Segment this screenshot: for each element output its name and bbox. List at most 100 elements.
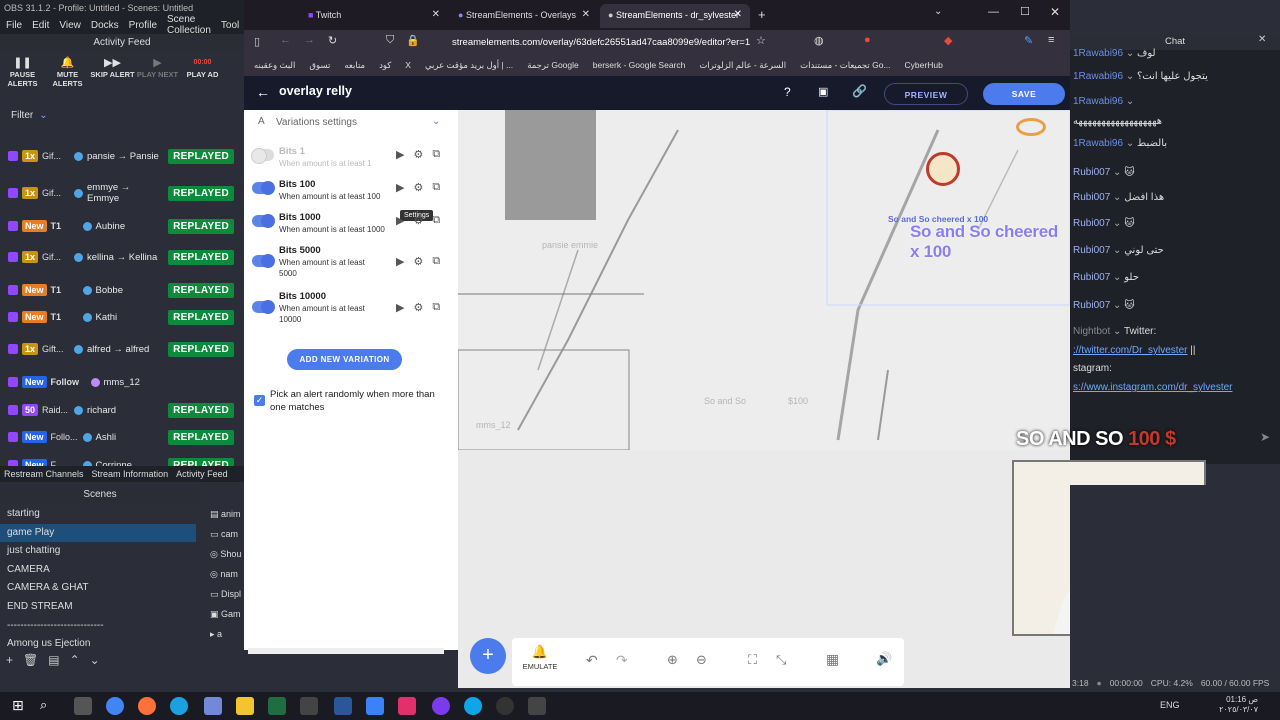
bookmark-item[interactable]: CyberHub [905,60,943,70]
sidebar-icon[interactable]: ▯ [254,35,260,48]
replayed-badge[interactable]: REPLAYED [168,402,234,418]
replayed-badge[interactable]: REPLAYED [168,282,234,298]
gear-icon[interactable]: ⚙ [413,301,423,314]
replayed-badge[interactable]: REPLAYED [168,341,234,357]
add-widget-button[interactable]: + [470,638,506,674]
app-icon[interactable] [464,697,482,715]
zoom-out-icon[interactable]: ⊖ [696,652,707,668]
list-item[interactable]: New T1 Kathi REPLAYED [0,303,244,331]
bookmark-item[interactable]: متابعه [344,60,365,71]
grid-icon[interactable]: ▦ [826,651,839,668]
chevron-down-icon[interactable]: ⌄ [90,653,100,667]
chevron-down-icon[interactable]: ⌄ [432,116,440,127]
menu-profile[interactable]: Profile [129,20,157,31]
list-item[interactable]: 1x Gif... emmye → Emmye REPLAYED [0,179,244,207]
copy-icon[interactable]: ⧉ [432,255,440,268]
gear-icon[interactable]: ⚙ [413,214,423,227]
scene-item[interactable]: game Play [0,523,196,543]
list-item[interactable]: 1x Gif... kellina → Kellina REPLAYED [0,243,244,271]
chevron-up-icon[interactable]: ⌃ [70,653,80,667]
scene-item[interactable]: CAMERA & GHAT [0,579,196,598]
fullscreen-icon[interactable]: ⛶ [748,652,757,668]
bookmark-item[interactable]: ترجمة Google [527,60,579,71]
search-icon[interactable]: ⌕ [40,697,47,713]
zoom-in-icon[interactable]: ⊕ [667,652,678,668]
replayed-badge[interactable]: REPLAYED [168,309,234,325]
play-icon[interactable]: ▶ [396,301,404,314]
star-icon[interactable]: ☆ [756,34,766,47]
play-icon[interactable]: ▶ [396,148,404,161]
play-next-button[interactable]: ▶ PLAY NEXT [135,52,180,100]
tab-restream-channels[interactable]: Restream Channels [4,469,84,479]
pause-alerts-button[interactable]: ❚❚ PAUSE ALERTS [0,52,45,100]
screen-icon[interactable]: ▣ [818,85,828,98]
replayed-badge[interactable]: REPLAYED [168,185,234,201]
maximize-icon[interactable]: ☐ [1020,5,1030,18]
app-icon[interactable] [300,697,318,715]
obs-studio-icon[interactable] [496,697,514,715]
save-button[interactable]: SAVE [983,83,1065,105]
undo-icon[interactable]: ↶ [586,652,598,669]
tab-twitch[interactable]: ■ Twitch ✕ [300,4,448,28]
copy-icon[interactable]: ⧉ [432,148,440,161]
mute-alerts-button[interactable]: 🔔 MUTE ALERTS [45,52,90,100]
overlay-title[interactable]: overlay relly [279,84,352,98]
menu-scene-collection[interactable]: Scene Collection [167,14,211,36]
menu-view[interactable]: View [59,20,81,31]
link-icon[interactable]: 🔗 [852,84,867,98]
menu-docks[interactable]: Docks [91,20,119,31]
back-arrow-icon[interactable]: ← [256,84,270,100]
list-item[interactable]: New Follow mms_12 [0,368,244,396]
volume-icon[interactable]: 🔊 [876,651,892,667]
copy-icon[interactable]: ⧉ [432,301,440,314]
source-item[interactable]: ▤ anim [204,505,244,525]
edge-icon[interactable] [170,697,188,715]
language-indicator[interactable]: ENG [1160,700,1180,710]
bookmark-item[interactable]: البث وعقبنه [254,60,295,71]
add-variation-button[interactable]: ADD NEW VARIATION [287,349,402,370]
close-icon[interactable]: ✕ [734,9,742,20]
emulate-button[interactable]: 🔔 EMULATE [522,644,558,671]
source-item[interactable]: ▣ Gam [204,605,244,625]
list-item[interactable]: New T1 Bobbe REPLAYED [0,276,244,304]
overlay-canvas[interactable]: pansie emmie So and So $100 mms_12 So an… [458,110,1070,450]
extension-icon[interactable]: ✎ [1024,34,1033,47]
variation-toggle[interactable] [252,214,275,228]
chrome-icon[interactable] [106,697,124,715]
tab-stream-information[interactable]: Stream Information [92,469,169,479]
menu-file[interactable]: File [6,20,22,31]
source-item[interactable]: ▸ a [204,625,244,645]
tab-editor[interactable]: ● StreamElements - dr_sylvester ✕ [600,4,750,28]
extension-icon[interactable]: ● [864,34,871,46]
help-icon[interactable]: ? [784,85,791,99]
chat-link[interactable]: s://www.instagram.com/dr_sylvester [1073,382,1233,393]
obs-icon[interactable] [432,697,450,715]
variation-toggle[interactable] [252,181,275,195]
source-item[interactable]: ◎ Shou [204,545,244,565]
tab-overlays[interactable]: ● StreamElements - Overlays ✕ [450,4,598,28]
scene-item[interactable]: just chatting [0,542,196,561]
scene-item[interactable]: CAMERA [0,561,196,580]
bookmark-item[interactable]: السرعة - عالم الزلوترات [699,60,786,71]
list-item[interactable]: New Follo... Ashli REPLAYED [0,423,244,451]
random-alert-checkbox[interactable]: ✓ [254,395,265,406]
play-icon[interactable]: ▶ [396,214,404,227]
bookmark-item[interactable]: كود [379,60,391,71]
replayed-badge[interactable]: REPLAYED [168,249,234,265]
variation-toggle[interactable] [251,148,274,164]
alert-text[interactable]: So and So cheered x 100 [910,222,1070,262]
new-tab-icon[interactable]: + [758,7,766,22]
forward-icon[interactable]: → [304,34,315,46]
badge-icon[interactable] [1016,118,1046,136]
list-item[interactable]: 1x Gif... pansie → Pansie REPLAYED [0,142,244,170]
cheer-animation-icon[interactable] [926,152,960,186]
variations-header[interactable]: A Variations settings ⌄ [244,110,458,136]
skip-alert-button[interactable]: ▶▶ SKIP ALERT [90,52,135,100]
trash-icon[interactable]: 🗑 [23,653,38,667]
copy-icon[interactable]: ⧉ [432,214,440,227]
task-view-icon[interactable] [74,697,92,715]
webcam-placeholder[interactable] [505,110,596,220]
bookmark-item[interactable]: berserk - Google Search [593,60,686,70]
replayed-badge[interactable]: REPLAYED [168,429,234,445]
tab-list-icon[interactable]: ⌄ [934,6,942,17]
